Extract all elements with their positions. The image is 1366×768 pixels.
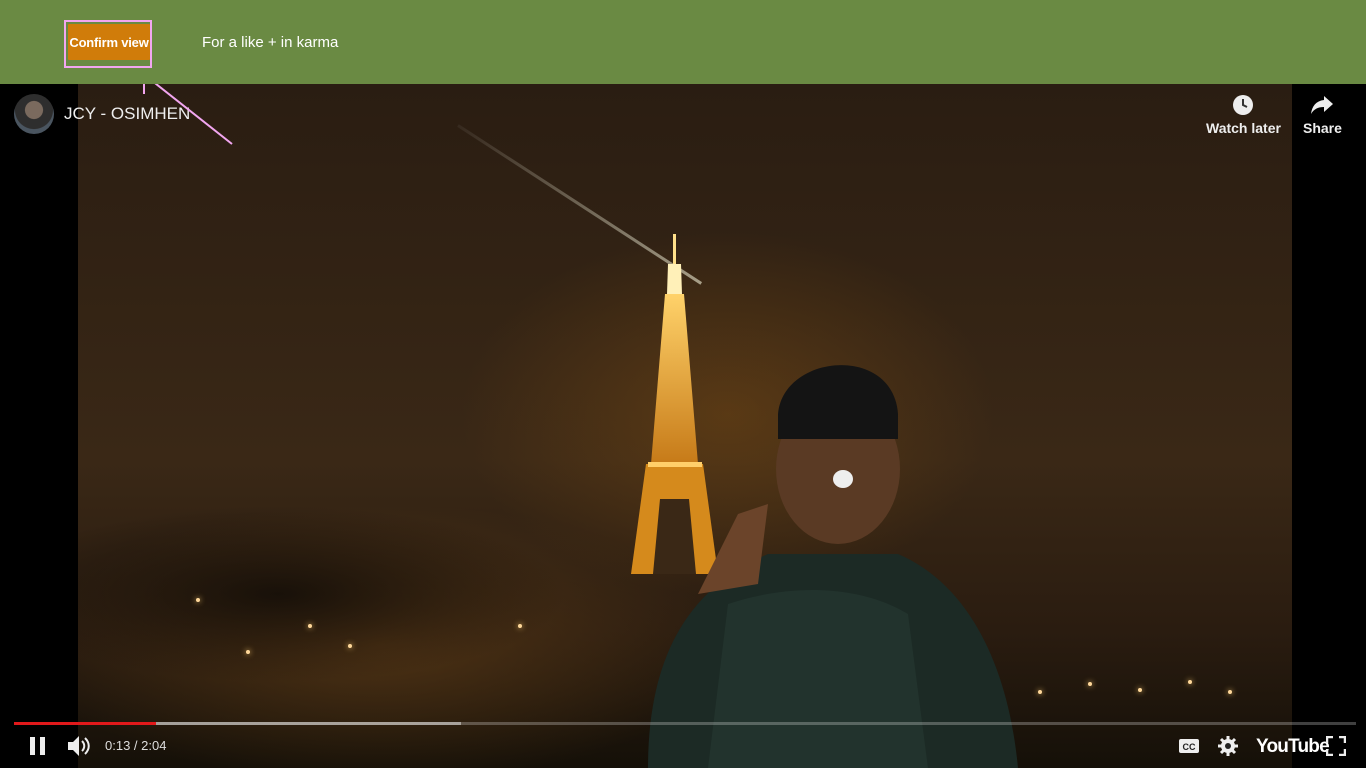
confirm-view-button[interactable]: Confirm view (68, 24, 150, 60)
pause-icon[interactable] (28, 736, 48, 756)
clock-icon (1233, 95, 1254, 115)
video-frame[interactable] (78, 84, 1292, 768)
volume-icon[interactable] (66, 734, 92, 758)
top-banner: Confirm view For a like + in karma (0, 0, 1366, 84)
channel-avatar[interactable] (14, 94, 54, 134)
karma-text: For a like + in karma (202, 34, 339, 51)
time-display: 0:13 / 2:04 (105, 738, 167, 753)
treeline-shadow (78, 484, 638, 684)
cc-icon[interactable]: CC (1178, 738, 1200, 754)
progress-played (14, 722, 157, 725)
youtube-logo[interactable]: YouTube (1256, 736, 1330, 758)
share-arrow-icon (1311, 96, 1334, 114)
video-player[interactable]: JCY - OSIMHEN Watch later Share 0:13 / 2… (0, 84, 1366, 768)
watch-later-label: Watch later (1206, 120, 1281, 136)
performer-image (648, 365, 1018, 768)
share-label: Share (1303, 120, 1342, 136)
gear-icon[interactable] (1217, 735, 1239, 757)
fullscreen-icon[interactable] (1326, 736, 1346, 756)
watch-later-button[interactable]: Watch later (1206, 94, 1281, 136)
share-button[interactable]: Share (1303, 94, 1342, 136)
svg-text:CC: CC (1183, 742, 1196, 752)
progress-bar[interactable] (14, 722, 1356, 725)
annotation-arrow (143, 84, 233, 145)
